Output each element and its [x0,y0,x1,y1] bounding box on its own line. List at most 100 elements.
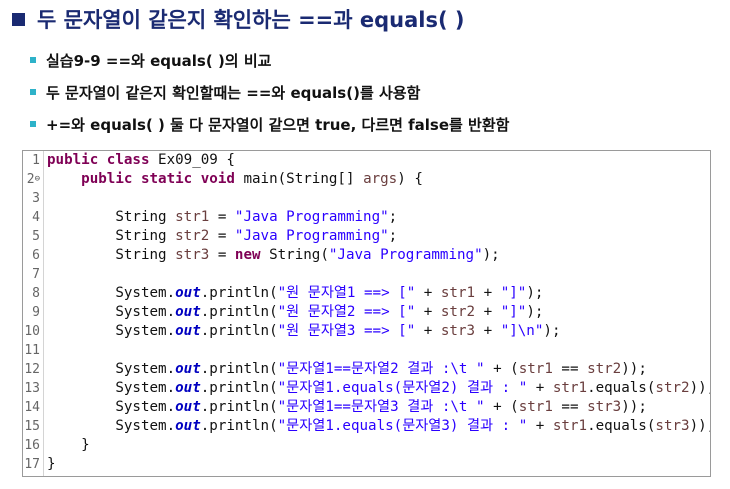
code-token: System. [47,323,176,339]
line-number: 1 [32,153,40,168]
string-token: "문자열1==문자열3 결과 :\t " [277,399,485,415]
keyword-token: void [200,171,235,187]
code-text: String str2 = "Java Programming"; [47,227,397,246]
code-token: ); [543,323,561,339]
code-text: System.out.println("원 문자열2 ==> [" + str2… [47,303,543,322]
variable-token: str3 [655,418,690,434]
string-token: "Java Programming" [328,247,483,263]
code-token: String [47,209,176,225]
code-token: .println( [200,418,278,434]
bullet-text: 두 문자열이 같은지 확인할때는 ==와 equals()를 사용함 [46,83,421,102]
code-token: .println( [200,285,278,301]
code-token: .println( [200,380,278,396]
variable-token: str1 [518,399,553,415]
variable-token: str3 [175,247,210,263]
string-token: "]" [500,304,527,320]
code-line: 12 System.out.println("문자열1==문자열2 결과 :\t… [23,360,710,379]
line-number: 7 [32,267,40,282]
variable-token: str3 [587,399,622,415]
code-text: public class Ex09_09 { [47,151,235,170]
code-editor: 1 public class Ex09_09 {2⊖ public static … [22,150,711,477]
code-token: + ( [484,361,519,377]
bullet-square-icon [30,89,36,95]
bullet-item: 두 문자열이 같은지 확인할때는 ==와 equals()를 사용함 [30,76,509,108]
code-token: .equals( [587,380,656,396]
code-line: 5 String str2 = "Java Programming"; [23,227,710,246]
string-token: "원 문자열3 ==> [" [277,323,416,339]
code-token: Ex09_09 { [149,152,235,168]
code-token: } [47,456,56,472]
string-token: "문자열1==문자열2 결과 :\t " [277,361,485,377]
line-number: 8 [32,286,40,301]
code-token: String [47,247,176,263]
code-token: ; [388,228,398,244]
code-token: String [47,228,176,244]
code-token: .println( [200,399,278,415]
code-line: 1 public class Ex09_09 { [23,151,710,170]
string-token: "원 문자열2 ==> [" [277,304,416,320]
field-token: out [175,323,201,339]
code-token: + [527,380,553,396]
code-token: System. [47,399,176,415]
line-number: 14 [24,400,40,415]
code-token: + [415,304,441,320]
code-token: .equals( [587,418,656,434]
field-token: out [175,304,201,320]
keyword-token: public [47,152,99,168]
bullet-text: 실습9-9 ==와 equals( )의 비교 [46,51,272,70]
code-text: String str1 = "Java Programming"; [47,208,397,227]
code-line: 16 } [23,436,710,455]
code-line: 3 [23,189,710,208]
line-number: 13 [24,381,40,396]
code-text: public static void main(String[] args) { [47,170,423,189]
code-text: } [47,455,56,474]
keyword-token: static [140,171,193,187]
code-token: System. [47,380,176,396]
line-number: 17 [24,457,40,472]
code-line: 15 System.out.println("문자열1.equals(문자열3)… [23,417,710,436]
variable-token: str2 [655,380,690,396]
code-line: 17} [23,455,710,474]
bullet-text: +=와 equals( ) 둘 다 문자열이 같으면 true, 다르면 fal… [46,115,510,134]
page-title-text: 두 문자열이 같은지 확인하는 ==과 equals( ) [37,8,465,32]
fold-collapse-icon[interactable]: ⊖ [35,174,40,184]
line-number: 5 [32,229,40,244]
variable-token: str1 [175,209,210,225]
code-line: 10 System.out.println("원 문자열3 ==> [" + s… [23,322,710,341]
code-token: System. [47,361,176,377]
field-token: out [175,361,201,377]
code-text: } [47,436,90,455]
title-square-icon [12,12,25,26]
code-line: 7 [23,265,710,284]
line-number: 15 [24,419,40,434]
code-token: ) { [397,171,423,187]
line-number: 6 [32,248,40,263]
code-token: )); [689,418,710,434]
code-text: System.out.println("원 문자열3 ==> [" + str3… [47,322,561,341]
string-token: "문자열1.equals(문자열2) 결과 : " [277,380,528,396]
code-line: 4 String str1 = "Java Programming"; [23,208,710,227]
keyword-token: new [234,247,261,263]
string-token: "문자열1.equals(문자열3) 결과 : " [277,418,528,434]
code-text: System.out.println("문자열1.equals(문자열3) 결과… [47,417,710,436]
line-number: 11 [24,343,40,358]
code-token: + [527,418,553,434]
code-line: 14 System.out.println("문자열1==문자열3 결과 :\t… [23,398,710,417]
code-line: 11 [23,341,710,360]
code-token: } [47,437,90,453]
code-token: .println( [200,323,278,339]
code-token: == [552,361,588,377]
code-text: System.out.println("문자열1.equals(문자열2) 결과… [47,379,710,398]
code-line: 6 String str3 = new String("Java Program… [23,246,710,265]
field-token: out [175,399,201,415]
variable-token: args [363,171,398,187]
line-number: 3 [32,191,40,206]
code-text: System.out.println("문자열1==문자열3 결과 :\t " … [47,398,647,417]
code-token: .println( [200,361,278,377]
page-title: 두 문자열이 같은지 확인하는 ==과 equals( ) [8,4,465,34]
keyword-token: class [106,152,150,168]
code-token: .println( [200,304,278,320]
code-token: )); [621,399,647,415]
